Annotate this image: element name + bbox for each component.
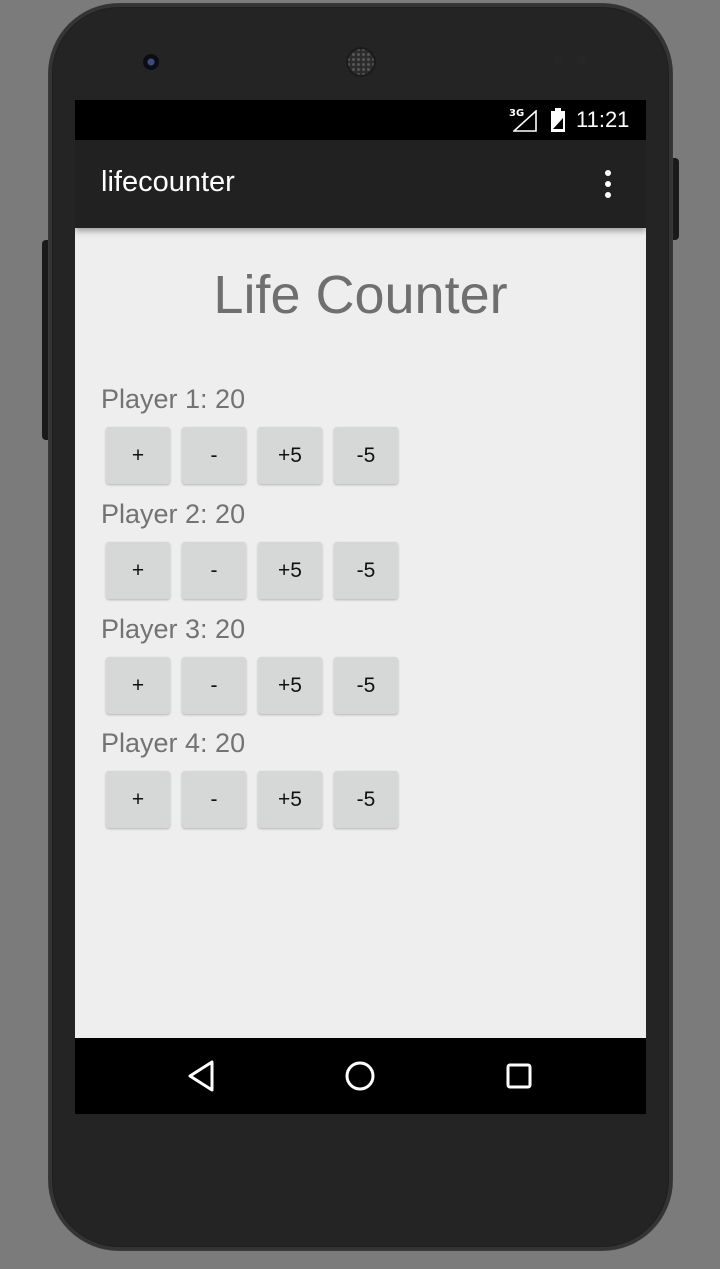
screen: 3G 11:21 lifecounter Life Counter Player… xyxy=(75,100,646,1114)
battery-icon xyxy=(551,108,565,132)
main-content: Life Counter Player 1: 20 + - +5 -5 Play… xyxy=(75,228,646,1038)
signal-icon xyxy=(513,110,537,132)
player-2-plus-button[interactable]: + xyxy=(106,542,170,599)
player-3-label: Player 3: 20 xyxy=(101,614,246,644)
power-button[interactable] xyxy=(671,158,679,240)
player-1-label: Player 1: 20 xyxy=(101,384,246,414)
player-2-minus5-button[interactable]: -5 xyxy=(334,542,398,599)
back-icon[interactable] xyxy=(181,1056,221,1096)
player-1-plus-button[interactable]: + xyxy=(106,427,170,484)
status-bar: 3G 11:21 xyxy=(75,100,646,140)
navigation-bar xyxy=(75,1038,646,1114)
player-2-minus-button[interactable]: - xyxy=(182,542,246,599)
earpiece-speaker xyxy=(346,47,376,77)
recents-icon[interactable] xyxy=(499,1056,539,1096)
front-camera xyxy=(143,54,159,70)
more-vert-icon[interactable] xyxy=(596,168,620,200)
player-3-plus5-button[interactable]: +5 xyxy=(258,657,322,714)
home-icon[interactable] xyxy=(340,1056,380,1096)
proximity-sensor xyxy=(553,55,563,65)
app-title: lifecounter xyxy=(101,166,235,198)
player-1-plus5-button[interactable]: +5 xyxy=(258,427,322,484)
player-4-label: Player 4: 20 xyxy=(101,728,246,758)
player-4-plus5-button[interactable]: +5 xyxy=(258,771,322,828)
player-2-plus5-button[interactable]: +5 xyxy=(258,542,322,599)
player-3-minus-button[interactable]: - xyxy=(182,657,246,714)
player-1-minus5-button[interactable]: -5 xyxy=(334,427,398,484)
player-4-plus-button[interactable]: + xyxy=(106,771,170,828)
app-bar: lifecounter xyxy=(75,140,646,228)
player-2-label: Player 2: 20 xyxy=(101,499,246,529)
player-1-minus-button[interactable]: - xyxy=(182,427,246,484)
player-4-minus-button[interactable]: - xyxy=(182,771,246,828)
player-3-plus-button[interactable]: + xyxy=(106,657,170,714)
page-title: Life Counter xyxy=(213,265,508,325)
status-time: 11:21 xyxy=(576,107,630,132)
light-sensor xyxy=(576,55,586,65)
player-3-minus5-button[interactable]: -5 xyxy=(334,657,398,714)
player-4-minus5-button[interactable]: -5 xyxy=(334,771,398,828)
